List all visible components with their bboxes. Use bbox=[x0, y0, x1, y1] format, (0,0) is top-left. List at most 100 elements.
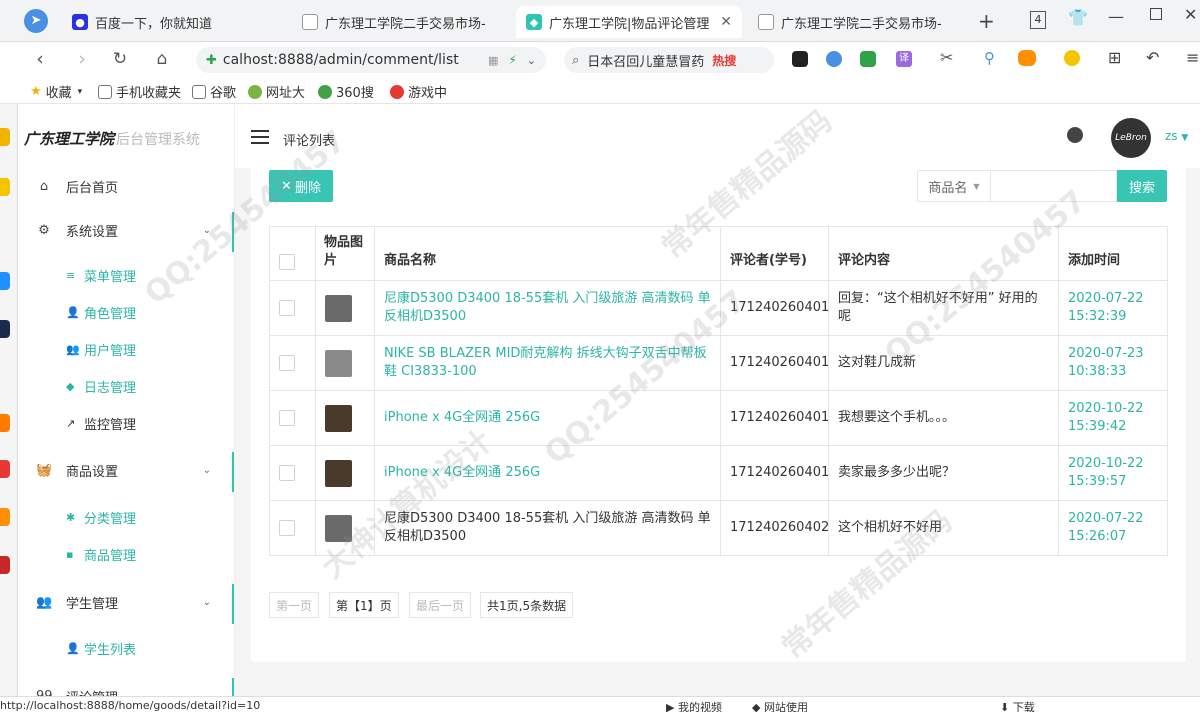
menu-item-monitor-manage[interactable]: ↗ 监控管理 bbox=[66, 413, 136, 433]
send-icon[interactable]: ➤ bbox=[24, 9, 48, 33]
app-icon[interactable] bbox=[0, 460, 10, 478]
tab-comment-manage[interactable]: ◆ 广东理工学院|物品评论管理 ✕ bbox=[516, 6, 742, 38]
time: 10:38:33 bbox=[1068, 364, 1127, 379]
bookmark-label: 360搜 bbox=[336, 86, 374, 101]
url-field[interactable]: ✚ calhost:8888/admin/comment/list ▦ ⚡ ⌄ bbox=[196, 47, 546, 73]
menu-group-students[interactable]: 👥 学生管理 ⌄ bbox=[18, 582, 234, 624]
lightning-icon[interactable]: ⚡ bbox=[508, 53, 516, 67]
menu-item-menu-manage[interactable]: ≡ 菜单管理 bbox=[66, 265, 136, 285]
user-menu[interactable]: zs ▼ bbox=[1165, 129, 1188, 143]
comment-content: 这个相机好不好用 bbox=[828, 500, 1059, 556]
status-item-download[interactable]: ⬇ 下载 bbox=[1000, 699, 1035, 712]
grid-icon[interactable]: ⊞ bbox=[1108, 48, 1121, 67]
date: 2020-07-22 bbox=[1068, 511, 1144, 526]
translate-icon[interactable]: 译 bbox=[896, 51, 912, 67]
tab-count[interactable]: 4 bbox=[1030, 11, 1046, 29]
tab-market-1[interactable]: 广东理工学院二手交易市场- bbox=[292, 6, 510, 38]
coin-icon[interactable] bbox=[1064, 50, 1080, 66]
app-icon[interactable] bbox=[0, 320, 10, 338]
app-icon[interactable] bbox=[0, 508, 10, 526]
forward-icon[interactable]: › bbox=[72, 49, 92, 69]
close-window-icon[interactable]: ✕ bbox=[1184, 5, 1197, 24]
extension-icon[interactable] bbox=[826, 51, 842, 67]
game-icon[interactable] bbox=[1018, 50, 1036, 66]
tab-market-2[interactable]: 广东理工学院二手交易市场- bbox=[748, 6, 966, 38]
goods-name-link[interactable]: 尼康D5300 D3400 18-55套机 入门级旅游 高清数码 单反相机D35… bbox=[374, 280, 721, 336]
palette-icon[interactable] bbox=[1067, 127, 1083, 143]
column-header: 评论者(学号) bbox=[720, 226, 829, 281]
extension-icon[interactable] bbox=[792, 51, 808, 67]
menu-group-goods[interactable]: 🧺 商品设置 ⌄ bbox=[18, 450, 234, 492]
comment-content: 我想要这个手机。。。 bbox=[828, 390, 1059, 446]
bookmark-mobile[interactable]: 手机收藏夹 bbox=[98, 82, 181, 101]
goods-name-link[interactable]: NIKE SB BLAZER MID耐克解构 拆线大钩子双舌中帮板鞋 CI383… bbox=[374, 335, 721, 391]
bookmark-360[interactable]: 360搜 bbox=[318, 82, 374, 101]
search-field[interactable]: ⌕ 日本召回儿童慧冒药 热搜 bbox=[564, 47, 774, 73]
home-icon[interactable]: ⌂ bbox=[152, 49, 172, 69]
row-checkbox[interactable] bbox=[279, 520, 295, 536]
goods-name-link[interactable]: iPhone x 4G全网通 256G bbox=[374, 445, 721, 501]
table-row: 尼康D5300 D3400 18-55套机 入门级旅游 高清数码 单反相机D35… bbox=[269, 280, 1168, 336]
row-checkbox[interactable] bbox=[279, 410, 295, 426]
product-thumbnail[interactable] bbox=[325, 349, 352, 377]
first-page-button[interactable]: 第一页 bbox=[269, 592, 320, 618]
row-checkbox[interactable] bbox=[279, 300, 295, 316]
bookmark-sites[interactable]: 网址大 bbox=[248, 82, 305, 101]
app-icon[interactable] bbox=[0, 556, 10, 574]
shirt-icon[interactable]: 👕 bbox=[1068, 8, 1088, 27]
app-icon[interactable] bbox=[0, 128, 10, 146]
menu-item-student-list[interactable]: 👤 学生列表 bbox=[66, 638, 136, 658]
minimize-icon[interactable]: — bbox=[1108, 7, 1124, 26]
bookmark-favorites[interactable]: ★ 收藏 ▾ bbox=[30, 82, 82, 101]
product-thumbnail[interactable] bbox=[325, 514, 352, 542]
bookmark-google[interactable]: 谷歌 bbox=[192, 82, 236, 101]
extension-icon[interactable] bbox=[860, 51, 876, 67]
menu-item-category-manage[interactable]: ✱ 分类管理 bbox=[66, 507, 136, 527]
submenu-label: 商品管理 bbox=[84, 548, 137, 564]
row-checkbox[interactable] bbox=[279, 355, 295, 371]
select-all-checkbox[interactable] bbox=[279, 254, 295, 270]
menu-home[interactable]: ⌂ 后台首页 bbox=[18, 166, 234, 206]
qr-icon[interactable]: ▦ bbox=[488, 54, 498, 67]
app-icon[interactable] bbox=[0, 272, 10, 290]
browser-status-bar: http://localhost:8888/home/goods/detail?… bbox=[0, 696, 1200, 712]
bookmark-games[interactable]: 游戏中 bbox=[390, 82, 447, 101]
last-page-button[interactable]: 最后一页 bbox=[409, 592, 472, 618]
menu-item-goods-manage[interactable]: ▪ 商品管理 bbox=[66, 544, 136, 564]
menu-item-log-manage[interactable]: ◆ 日志管理 bbox=[66, 376, 136, 396]
hamburger-icon[interactable] bbox=[251, 130, 269, 144]
status-item-web[interactable]: ◆ 网站使用 bbox=[752, 699, 808, 712]
menu-item-user-manage[interactable]: 👥 用户管理 bbox=[66, 339, 136, 359]
menu-group-system[interactable]: ⚙ 系统设置 ⌄ bbox=[18, 210, 234, 252]
search-input[interactable] bbox=[991, 170, 1117, 202]
student-id: 171240260401 bbox=[720, 335, 829, 391]
row-checkbox[interactable] bbox=[279, 465, 295, 481]
menu-icon[interactable]: ≡ bbox=[1186, 48, 1199, 67]
menu-group-comments[interactable]: 99 评论管理 bbox=[18, 676, 234, 696]
app-icon[interactable] bbox=[0, 414, 10, 432]
menu-item-role-manage[interactable]: 👤 角色管理 bbox=[66, 302, 136, 322]
avatar[interactable]: LeBron bbox=[1111, 118, 1151, 158]
scissors-icon[interactable]: ✂ bbox=[940, 48, 953, 67]
product-thumbnail[interactable] bbox=[325, 459, 352, 487]
undo-icon[interactable]: ↶ bbox=[1146, 48, 1159, 67]
product-thumbnail[interactable] bbox=[325, 294, 352, 322]
chevron-down-icon[interactable]: ⌄ bbox=[527, 54, 536, 67]
maximize-icon[interactable] bbox=[1150, 8, 1162, 20]
delete-button[interactable]: ✕ 删除 bbox=[269, 170, 333, 202]
close-icon[interactable]: ✕ bbox=[712, 14, 732, 30]
back-icon[interactable]: ‹ bbox=[30, 49, 50, 69]
app-icon[interactable] bbox=[0, 178, 10, 196]
product-thumbnail[interactable] bbox=[325, 404, 352, 432]
tab-baidu[interactable]: ● 百度一下，你就知道 bbox=[62, 6, 286, 38]
magnifier-icon[interactable]: ⚲ bbox=[984, 49, 995, 67]
home-icon: ⌂ bbox=[39, 178, 49, 194]
refresh-icon[interactable]: ↻ bbox=[110, 49, 130, 69]
search-button[interactable]: 搜索 bbox=[1117, 170, 1167, 202]
new-tab-icon[interactable]: + bbox=[978, 9, 995, 33]
caret-icon: ▼ bbox=[1181, 133, 1189, 143]
search-field-select[interactable]: 商品名 ▼ bbox=[917, 170, 991, 202]
goods-name-link[interactable]: iPhone x 4G全网通 256G bbox=[374, 390, 721, 446]
status-item-video[interactable]: ▶ 我的视频 bbox=[666, 699, 722, 712]
tab-label: 百度一下，你就知道 bbox=[95, 16, 213, 32]
